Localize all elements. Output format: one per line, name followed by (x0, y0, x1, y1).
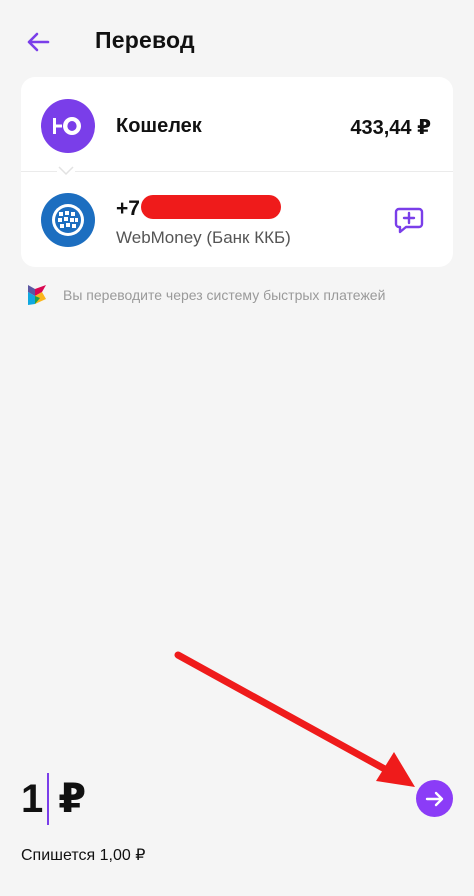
amount-value: 1 (21, 776, 44, 821)
card-divider (21, 171, 453, 172)
message-plus-icon (394, 207, 424, 234)
sbp-notice: Вы переводите через систему быстрых плат… (27, 284, 385, 306)
next-button[interactable] (416, 780, 453, 817)
sbp-logo-icon (28, 285, 46, 305)
source-wallet-balance: 433,44 ₽ (350, 117, 431, 139)
transfer-card: Кошелек 433,44 ₽ +7 WebMoney (Банк ККБ) (21, 77, 453, 267)
amount-input[interactable]: 1 ₽ (21, 770, 86, 828)
add-message-button[interactable] (392, 203, 426, 237)
top-app-bar: Перевод (0, 0, 474, 84)
source-wallet-name: Кошелек (116, 115, 202, 137)
wallet-avatar (41, 99, 95, 153)
text-cursor (47, 773, 50, 825)
webmoney-globe-icon (52, 204, 84, 236)
page-title: Перевод (95, 27, 195, 53)
arrow-right-icon (425, 791, 443, 806)
yoomoney-logo-icon (53, 117, 81, 135)
chevron-down-icon (57, 165, 75, 177)
recipient-avatar (41, 193, 95, 247)
debit-note: Спишется 1,00 ₽ (21, 847, 146, 864)
recipient-phone: +7 (116, 197, 140, 220)
back-button[interactable] (18, 26, 58, 58)
currency-symbol: ₽ (58, 777, 87, 821)
arrow-left-icon (27, 32, 50, 52)
redaction-mark (141, 195, 281, 219)
sbp-notice-text: Вы переводите через систему быстрых плат… (63, 287, 386, 303)
recipient-bank: WebMoney (Банк ККБ) (116, 228, 291, 247)
